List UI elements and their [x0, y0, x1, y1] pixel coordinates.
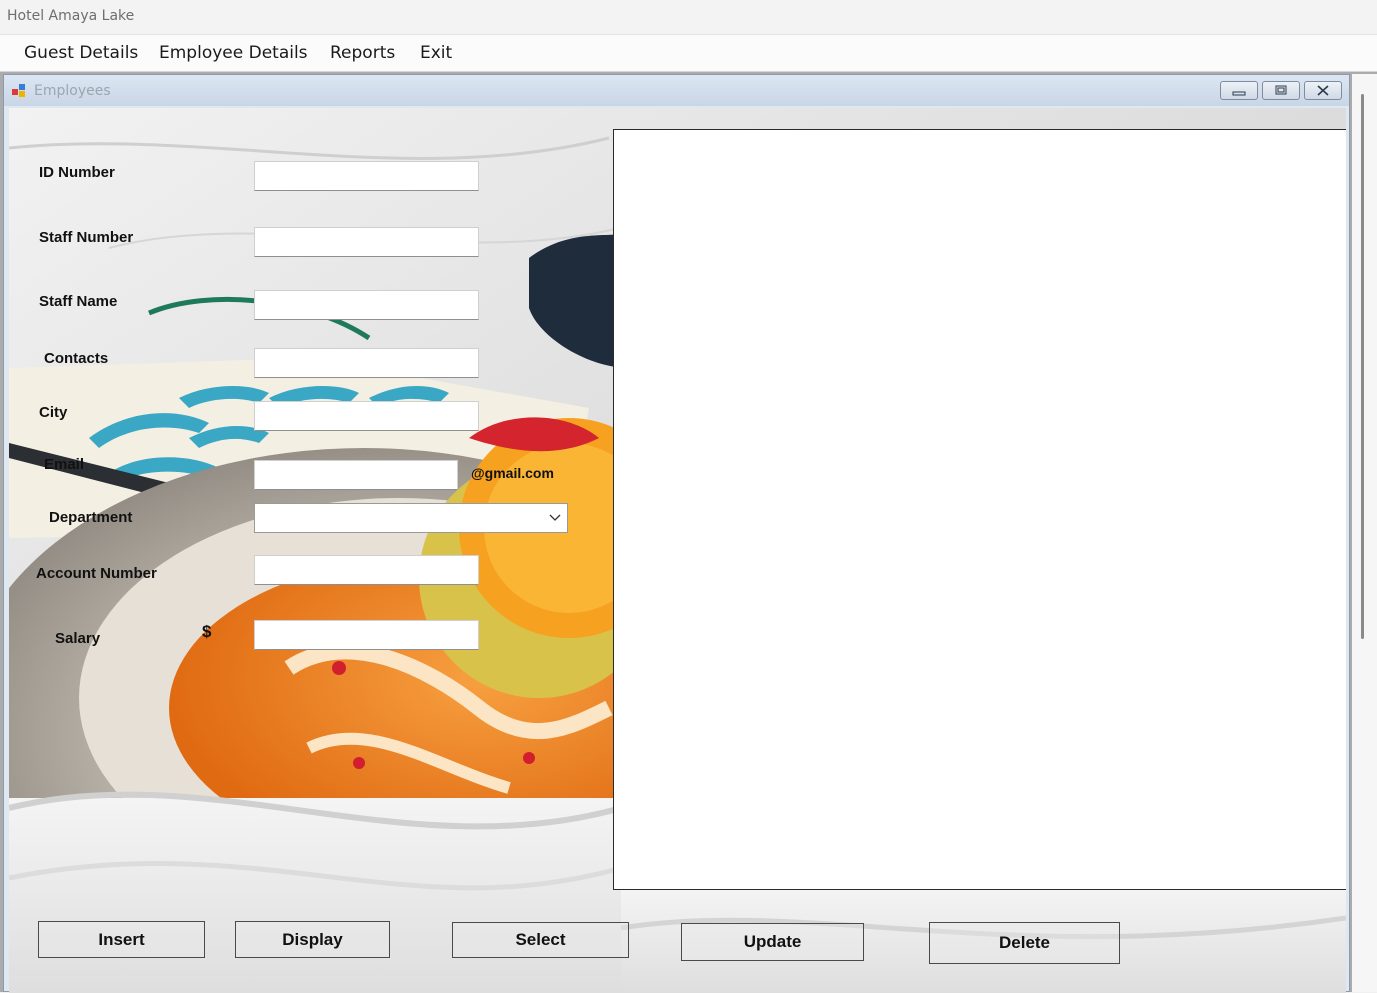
restore-icon — [1275, 85, 1287, 95]
staff-name-label: Staff Name — [39, 293, 118, 310]
menu-bar: Guest Details Employee Details Reports E… — [0, 35, 1377, 72]
id-number-label: ID Number — [39, 164, 115, 181]
staff-number-input[interactable] — [254, 227, 479, 257]
app-title: Hotel Amaya Lake — [7, 8, 135, 24]
delete-button[interactable]: Delete — [929, 922, 1120, 964]
account-number-label: Account Number — [36, 565, 157, 582]
staff-number-label: Staff Number — [39, 229, 134, 246]
close-button[interactable] — [1304, 81, 1342, 100]
staff-name-input[interactable] — [254, 290, 479, 320]
employees-window-title: Employees — [34, 83, 111, 99]
department-label: Department — [49, 509, 133, 526]
display-button[interactable]: Display — [235, 921, 390, 958]
city-label: City — [39, 404, 68, 421]
email-label: Email — [44, 456, 85, 473]
email-input[interactable] — [254, 460, 458, 490]
close-icon — [1317, 85, 1329, 96]
minimize-button[interactable] — [1220, 81, 1258, 100]
select-button[interactable]: Select — [452, 922, 629, 958]
email-domain-suffix: @gmail.com — [471, 465, 554, 481]
update-button[interactable]: Update — [681, 923, 864, 961]
insert-button[interactable]: Insert — [38, 921, 205, 958]
city-input[interactable] — [254, 401, 479, 431]
minimize-icon — [1232, 91, 1246, 96]
menu-reports[interactable]: Reports — [330, 41, 395, 65]
currency-symbol: $ — [202, 622, 212, 641]
employees-data-grid[interactable] — [613, 129, 1346, 890]
menu-exit[interactable]: Exit — [420, 41, 452, 65]
app-title-bar: Hotel Amaya Lake — [0, 0, 1377, 35]
menu-guest-details[interactable]: Guest Details — [24, 41, 138, 65]
scrollbar-thumb[interactable] — [1361, 94, 1364, 639]
salary-label: Salary — [55, 630, 101, 647]
restore-button[interactable] — [1262, 81, 1300, 100]
employees-form: ID Number Staff Number Staff Name Contac… — [9, 108, 1346, 993]
menu-employee-details[interactable]: Employee Details — [159, 41, 308, 65]
account-number-input[interactable] — [254, 555, 479, 585]
vertical-scrollbar[interactable] — [1352, 74, 1377, 992]
contacts-input[interactable] — [254, 348, 479, 378]
id-number-input[interactable] — [254, 161, 479, 191]
form-window-icon — [12, 84, 25, 97]
employees-window: Employees ID Number Staff Number Staff N… — [3, 74, 1350, 993]
employees-window-titlebar[interactable]: Employees — [4, 75, 1349, 106]
salary-input[interactable] — [254, 620, 479, 650]
department-dropdown[interactable] — [254, 503, 568, 533]
contacts-label: Contacts — [44, 350, 109, 367]
chevron-down-icon — [549, 514, 561, 521]
